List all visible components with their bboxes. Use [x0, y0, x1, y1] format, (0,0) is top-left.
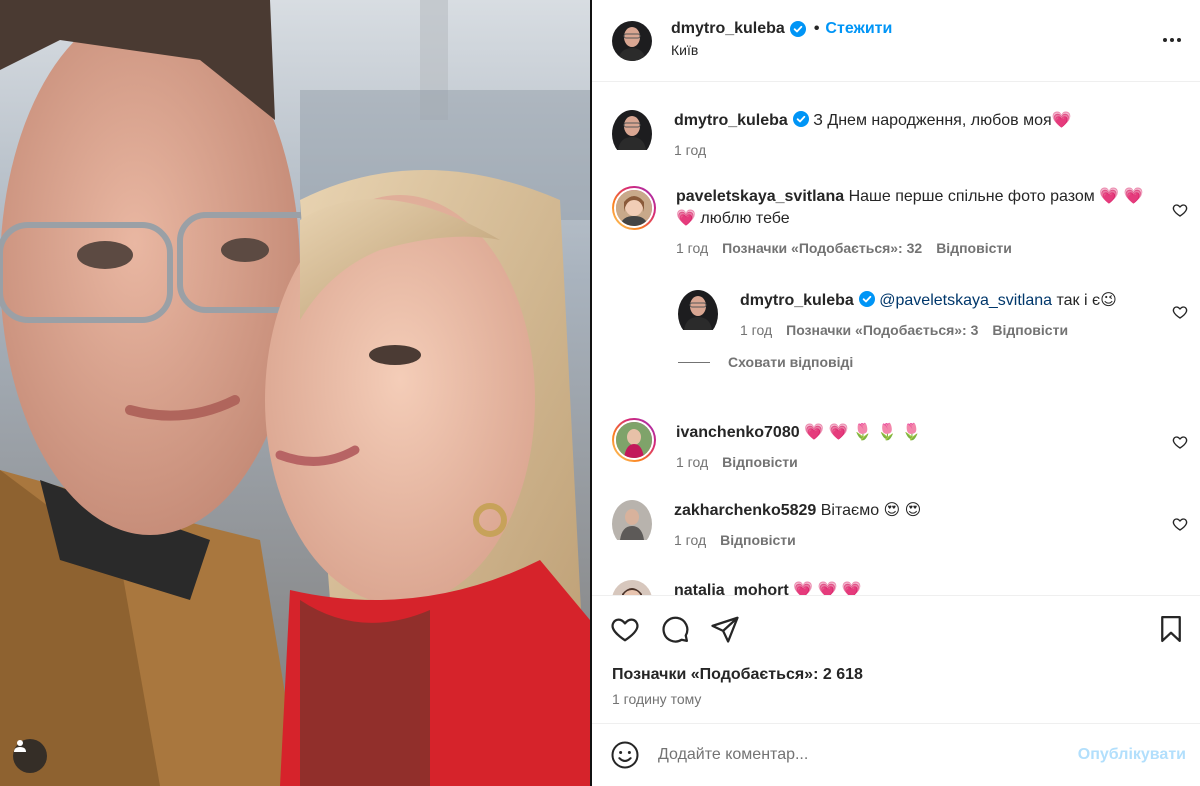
- comment-text: Вітаємо 😍 😍: [816, 502, 922, 519]
- like-comment-heart-icon[interactable]: [1172, 304, 1188, 320]
- comment-item: ivanchenko7080 💗 💗 🌷 🌷 🌷 1 год Відповісти: [612, 418, 1188, 470]
- comment-text: 💗 💗 🌷 🌷 🌷: [799, 424, 922, 441]
- post-dialog: dmytro_kuleba • Стежити Київ dmytro_kule…: [0, 0, 1200, 786]
- user-icon: [14, 740, 26, 752]
- author-username[interactable]: dmytro_kuleba: [671, 20, 785, 38]
- caption-time[interactable]: 1 год: [674, 142, 706, 158]
- comment-text: 💗 💗 💗: [788, 582, 862, 596]
- post-location[interactable]: Київ: [671, 42, 892, 58]
- commenter-avatar: [614, 420, 654, 460]
- comment-likes[interactable]: Позначки «Подобається»: 32: [722, 240, 922, 256]
- comments-list[interactable]: dmytro_kuleba З Днем народження, любов м…: [592, 82, 1200, 596]
- like-heart-icon[interactable]: [610, 614, 640, 644]
- reply-avatar[interactable]: [678, 290, 718, 338]
- caption-username[interactable]: dmytro_kuleba: [674, 112, 788, 129]
- verified-badge-icon: [789, 20, 806, 37]
- reply-likes[interactable]: Позначки «Подобається»: 3: [786, 322, 978, 338]
- verified-badge-icon: [858, 291, 875, 307]
- comment-time[interactable]: 1 год: [676, 240, 708, 256]
- hide-replies-label: Сховати відповіді: [728, 354, 854, 370]
- commenter-avatar[interactable]: [612, 500, 652, 548]
- reply-button[interactable]: Відповісти: [992, 322, 1068, 338]
- comment-item: natalia_mohort 💗 💗 💗: [612, 580, 1188, 596]
- share-paper-plane-icon[interactable]: [710, 614, 740, 644]
- reply-text: так і є😉: [1052, 292, 1117, 309]
- reply-username[interactable]: dmytro_kuleba: [740, 292, 854, 309]
- comment-time[interactable]: 1 год: [676, 454, 708, 470]
- post-likes-count[interactable]: Позначки «Подобається»: 2 618: [612, 666, 863, 684]
- comment-item: paveletskaya_svitlana Наше перше спільне…: [612, 186, 1188, 256]
- add-comment-bar: Опублікувати: [592, 724, 1200, 786]
- comment-input[interactable]: [658, 746, 1078, 764]
- post-time[interactable]: 1 годину тому: [612, 691, 701, 707]
- couple-selfie-image: [0, 0, 590, 786]
- comment-username[interactable]: natalia_mohort: [674, 582, 789, 595]
- mention-link[interactable]: @paveletskaya_svitlana: [879, 292, 1052, 309]
- like-comment-heart-icon[interactable]: [1172, 202, 1188, 218]
- reply-time[interactable]: 1 год: [740, 322, 772, 338]
- tagged-users-button[interactable]: [13, 739, 47, 773]
- post-caption: dmytro_kuleba З Днем народження, любов м…: [612, 110, 1188, 158]
- post-photo: [0, 0, 590, 786]
- comment-bubble-icon[interactable]: [660, 614, 690, 644]
- caption-avatar[interactable]: [612, 110, 652, 158]
- reply-button[interactable]: Відповісти: [936, 240, 1012, 256]
- commenter-avatar[interactable]: [612, 580, 652, 595]
- emoji-icon[interactable]: [610, 740, 640, 770]
- comment-item: zakharchenko5829 Вітаємо 😍 😍 1 год Відпов…: [612, 500, 1188, 548]
- commenter-avatar: [614, 188, 654, 228]
- follow-button[interactable]: Стежити: [825, 20, 892, 38]
- publish-button[interactable]: Опублікувати: [1078, 746, 1186, 764]
- more-options-icon[interactable]: [1160, 30, 1184, 50]
- caption-text: З Днем народження, любов моя💗: [808, 112, 1072, 129]
- story-ring[interactable]: [612, 418, 656, 462]
- comment-username[interactable]: paveletskaya_svitlana: [676, 188, 844, 205]
- bookmark-icon[interactable]: [1156, 614, 1186, 644]
- post-header: dmytro_kuleba • Стежити Київ: [592, 0, 1200, 82]
- story-ring[interactable]: [612, 186, 656, 230]
- comment-username[interactable]: ivanchenko7080: [676, 424, 800, 441]
- reply-item: dmytro_kuleba @paveletskaya_svitlana так…: [678, 290, 1188, 338]
- post-actions: Позначки «Подобається»: 2 618 1 годину т…: [592, 596, 1200, 724]
- verified-badge-icon: [792, 111, 809, 127]
- like-comment-heart-icon[interactable]: [1172, 516, 1188, 532]
- separator-dot: •: [813, 19, 820, 37]
- reply-button[interactable]: Відповісти: [720, 532, 796, 548]
- hide-replies-button[interactable]: Сховати відповіді: [678, 354, 853, 370]
- post-side-panel: dmytro_kuleba • Стежити Київ dmytro_kule…: [590, 0, 1200, 786]
- comment-username[interactable]: zakharchenko5829: [674, 502, 816, 519]
- like-comment-heart-icon[interactable]: [1172, 434, 1188, 450]
- reply-button[interactable]: Відповісти: [722, 454, 798, 470]
- author-avatar[interactable]: [612, 20, 652, 61]
- comment-time[interactable]: 1 год: [674, 532, 706, 548]
